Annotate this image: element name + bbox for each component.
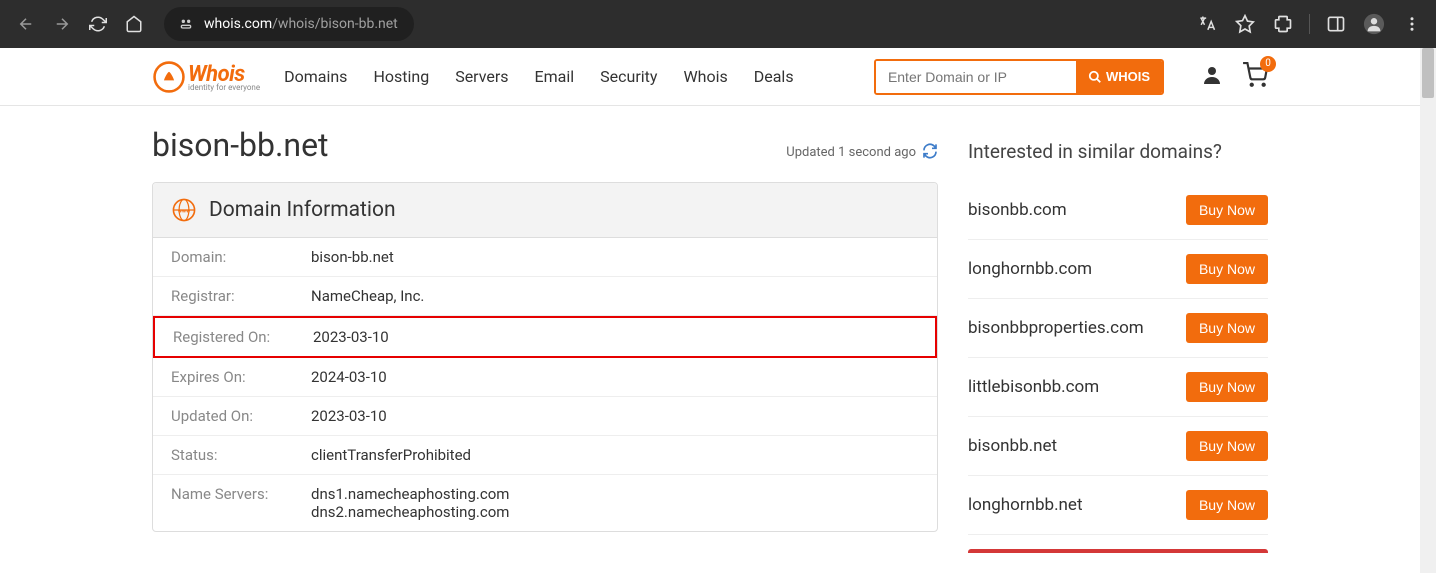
info-row-status: Status: clientTransferProhibited <box>153 436 937 475</box>
buy-button[interactable]: Buy Now <box>1186 195 1268 225</box>
nav-servers[interactable]: Servers <box>455 67 508 86</box>
back-button[interactable] <box>12 10 40 38</box>
browser-toolbar: whois.com/whois/bison-bb.net <box>0 0 1436 48</box>
domain-info-panel: www Domain Information Domain: bison-bb.… <box>152 182 938 532</box>
nav-security[interactable]: Security <box>600 67 657 86</box>
similar-domain-row: bisonbb.net Buy Now <box>968 417 1268 476</box>
buy-button[interactable]: Buy Now <box>1186 254 1268 284</box>
search-input[interactable] <box>876 61 1076 93</box>
info-row-domain: Domain: bison-bb.net <box>153 238 937 277</box>
user-icon[interactable] <box>1200 63 1224 91</box>
sidepanel-icon[interactable] <box>1324 12 1348 36</box>
sidebar-title: Interested in similar domains? <box>968 140 1268 163</box>
similar-domain-row: bisonbbproperties.com Buy Now <box>968 299 1268 358</box>
buy-button[interactable]: Buy Now <box>1186 313 1268 343</box>
similar-domain-row: bisonbb.com Buy Now <box>968 181 1268 240</box>
extensions-icon[interactable] <box>1271 12 1295 36</box>
home-button[interactable] <box>120 10 148 38</box>
scrollbar[interactable] <box>1420 48 1436 573</box>
site-header: Whois identity for everyone Domains Host… <box>0 48 1420 106</box>
updated-info: Updated 1 second ago <box>786 143 938 163</box>
info-row-updated-on: Updated On: 2023-03-10 <box>153 397 937 436</box>
cart-icon[interactable]: 0 <box>1242 62 1268 92</box>
address-bar[interactable]: whois.com/whois/bison-bb.net <box>164 7 414 41</box>
info-row-expires-on: Expires On: 2024-03-10 <box>153 358 937 397</box>
main-nav: Domains Hosting Servers Email Security W… <box>284 67 793 86</box>
buy-button[interactable]: Buy Now <box>1186 431 1268 461</box>
url-text: whois.com/whois/bison-bb.net <box>204 16 398 32</box>
cart-badge: 0 <box>1260 56 1276 72</box>
similar-domain-row: longhornbb.net Buy Now <box>968 476 1268 535</box>
similar-domain-row: longhornbb.com Buy Now <box>968 240 1268 299</box>
reload-button[interactable] <box>84 10 112 38</box>
logo[interactable]: Whois identity for everyone <box>152 60 260 94</box>
www-icon: www <box>171 197 197 223</box>
buy-button[interactable]: Buy Now <box>1186 372 1268 402</box>
refresh-icon[interactable] <box>922 143 938 163</box>
site-settings-icon[interactable] <box>178 16 194 32</box>
logo-icon <box>152 60 186 94</box>
page-title: bison-bb.net <box>152 126 329 164</box>
nav-deals[interactable]: Deals <box>754 67 794 86</box>
profile-icon[interactable] <box>1362 12 1386 36</box>
search-form: WHOIS <box>874 59 1164 95</box>
menu-icon[interactable] <box>1400 12 1424 36</box>
divider <box>1309 14 1310 34</box>
nav-domains[interactable]: Domains <box>284 67 347 86</box>
search-icon <box>1088 70 1102 84</box>
info-row-name-servers: Name Servers: dns1.namecheaphosting.com … <box>153 475 937 531</box>
scrollbar-thumb[interactable] <box>1422 48 1434 98</box>
info-row-registrar: Registrar: NameCheap, Inc. <box>153 277 937 316</box>
info-row-registered-on: Registered On: 2023-03-10 <box>153 316 937 358</box>
logo-tagline: identity for everyone <box>188 83 260 92</box>
search-button[interactable]: WHOIS <box>1076 61 1162 93</box>
nav-whois[interactable]: Whois <box>683 67 727 86</box>
similar-domain-row: littlebisonbb.com Buy Now <box>968 358 1268 417</box>
panel-title: Domain Information <box>209 198 396 222</box>
buy-button[interactable]: Buy Now <box>1186 490 1268 520</box>
nav-email[interactable]: Email <box>535 67 575 86</box>
translate-icon[interactable] <box>1195 12 1219 36</box>
bottom-banner-peek <box>968 549 1268 553</box>
nav-hosting[interactable]: Hosting <box>373 67 429 86</box>
svg-text:www: www <box>178 208 191 214</box>
forward-button[interactable] <box>48 10 76 38</box>
bookmark-icon[interactable] <box>1233 12 1257 36</box>
